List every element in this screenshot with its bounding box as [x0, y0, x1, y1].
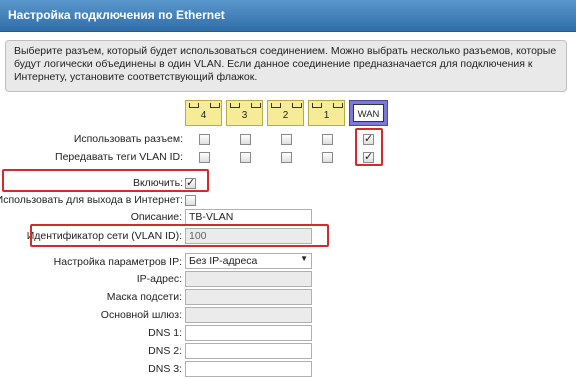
- vlan-tags-label: Передавать теги VLAN ID:: [55, 151, 183, 163]
- port-notch-icon: [230, 103, 240, 108]
- use-port-label: Использовать разъем:: [73, 133, 183, 145]
- dns2-label: DNS 2:: [148, 345, 182, 357]
- ip-address-label: IP-адрес:: [136, 273, 182, 285]
- vlan-id-highlight-box: [30, 224, 329, 247]
- port-notch-icon: [251, 103, 261, 108]
- vlan-tags-1-checkbox[interactable]: [322, 152, 333, 163]
- wan-highlight-box: [355, 128, 383, 166]
- vlan-tags-3-checkbox[interactable]: [240, 152, 251, 163]
- description-value: TB-VLAN: [189, 211, 234, 223]
- description-label: Описание:: [130, 211, 182, 223]
- gateway-label: Основной шлюз:: [100, 309, 182, 321]
- port-notch-icon: [312, 103, 322, 108]
- internet-label: Использовать для выхода в Интернет:: [0, 194, 183, 206]
- ip-settings-value: Без IP-адреса: [189, 255, 258, 267]
- port-label: 2: [282, 110, 289, 121]
- ip-settings-label: Настройка параметров IP:: [53, 256, 182, 268]
- dropdown-arrow-icon: ▼: [300, 254, 308, 263]
- title-bar: Настройка подключения по Ethernet: [0, 0, 576, 32]
- dns3-input[interactable]: [185, 361, 312, 377]
- info-text: Выберите разъем, который будет использов…: [14, 45, 557, 83]
- info-panel: Выберите разъем, который будет использов…: [5, 40, 567, 92]
- ip-settings-select[interactable]: Без IP-адреса ▼: [185, 253, 312, 269]
- port-4[interactable]: 4: [185, 100, 222, 126]
- dns2-input[interactable]: [185, 343, 312, 359]
- port-notch-icon: [271, 103, 281, 108]
- use-port-3-checkbox[interactable]: [240, 134, 251, 145]
- page-title: Настройка подключения по Ethernet: [8, 8, 225, 22]
- port-label: 1: [323, 110, 330, 121]
- vlan-tags-4-checkbox[interactable]: [199, 152, 210, 163]
- enable-highlight-box: [2, 169, 209, 192]
- use-port-1-checkbox[interactable]: [322, 134, 333, 145]
- internet-checkbox[interactable]: [185, 195, 196, 206]
- port-2[interactable]: 2: [267, 100, 304, 126]
- vlan-tags-2-checkbox[interactable]: [281, 152, 292, 163]
- use-port-4-checkbox[interactable]: [199, 134, 210, 145]
- port-wan[interactable]: WAN: [349, 100, 388, 126]
- description-input[interactable]: TB-VLAN: [185, 209, 312, 225]
- dns3-label: DNS 3:: [148, 363, 182, 375]
- ip-address-input[interactable]: [185, 271, 312, 287]
- use-port-2-checkbox[interactable]: [281, 134, 292, 145]
- port-notch-icon: [189, 103, 199, 108]
- port-1[interactable]: 1: [308, 100, 345, 126]
- subnet-mask-label: Маска подсети:: [106, 291, 182, 303]
- port-label: WAN: [357, 109, 380, 120]
- port-label: 3: [241, 110, 248, 121]
- port-3[interactable]: 3: [226, 100, 263, 126]
- dns1-label: DNS 1:: [148, 327, 182, 339]
- dns1-input[interactable]: [185, 325, 312, 341]
- subnet-mask-input[interactable]: [185, 289, 312, 305]
- gateway-input[interactable]: [185, 307, 312, 323]
- port-notch-icon: [333, 103, 343, 108]
- port-label: 4: [200, 110, 207, 121]
- port-notch-icon: [210, 103, 220, 108]
- port-notch-icon: [292, 103, 302, 108]
